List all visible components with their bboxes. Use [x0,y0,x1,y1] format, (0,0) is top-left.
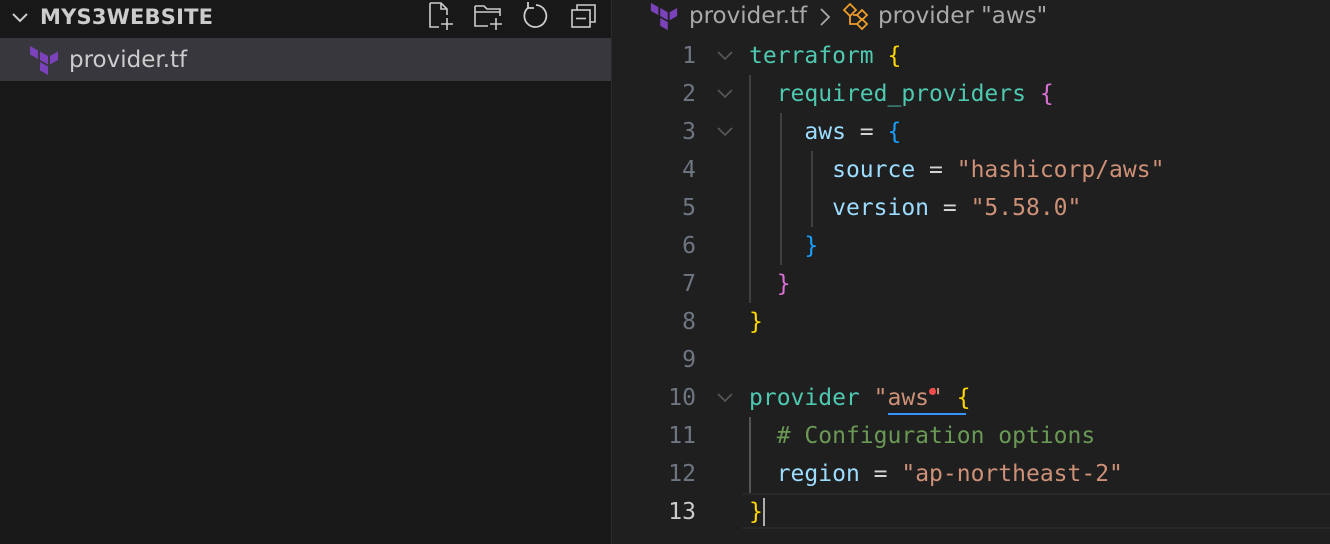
line-number: 10 [668,385,696,411]
code-text: source = "hashicorp/aws" [832,157,1165,183]
line-number: 3 [682,119,696,145]
file-name: provider.tf [69,47,188,73]
chevron-down-icon[interactable] [10,8,30,28]
code-line[interactable]: 3 aws = { [612,113,1330,151]
error-marker [929,388,936,395]
line-number: 2 [682,81,696,107]
terraform-icon [650,2,678,31]
line-number: 13 [668,499,696,525]
refresh-icon[interactable] [520,0,552,32]
code-line[interactable]: 11 # Configuration options [612,417,1330,455]
line-number: 4 [682,157,696,183]
code-editor[interactable]: provider.tf provider "aws" 1 terraform {… [612,0,1330,544]
symbol-highlight-underline [888,413,966,415]
code-text: required_providers { [776,81,1054,107]
new-folder-icon[interactable] [472,0,504,32]
code-text: version = "5.58.0" [832,195,1082,221]
code-line[interactable]: 6 } [612,227,1330,265]
project-title: MYS3WEBSITE [40,5,214,29]
line-number: 1 [682,43,696,69]
code-line[interactable]: 10 provider "aws" { [612,379,1330,417]
breadcrumb-symbol[interactable]: provider "aws" [878,2,1047,30]
code-line[interactable]: 7 } [612,265,1330,303]
code-text: } [749,309,763,335]
fold-chevron-icon[interactable] [716,48,734,64]
file-item-provider-tf[interactable]: provider.tf [0,38,611,81]
code-line[interactable]: 9 [612,341,1330,379]
code-line[interactable]: 12 region = "ap-northeast-2" [612,455,1330,493]
line-number: 9 [682,347,696,373]
terraform-icon [30,46,58,75]
symbol-class-icon [842,2,869,30]
explorer-panel: MYS3WEBSITE provider.tf [0,0,611,544]
breadcrumb: provider.tf provider "aws" [612,0,1330,34]
chevron-right-icon [820,8,831,26]
code-text: provider "aws" { [749,385,971,411]
code-text: } [776,271,791,297]
code-line[interactable]: 2 required_providers { [612,75,1330,113]
line-number: 6 [682,233,696,259]
line-number: 5 [682,195,696,221]
code-text: } [804,233,819,259]
line-number: 7 [682,271,696,297]
text-cursor [763,498,765,526]
explorer-section-header[interactable]: MYS3WEBSITE [0,0,611,36]
code-text: region = "ap-northeast-2" [776,461,1123,487]
code-text: aws = { [804,119,902,145]
collapse-all-icon[interactable] [568,0,600,32]
line-number: 11 [668,423,696,449]
code-line[interactable]: 13 } [612,493,1330,531]
breadcrumb-file[interactable]: provider.tf [689,2,807,30]
fold-chevron-icon[interactable] [716,124,734,140]
code-line[interactable]: 1 terraform { [612,37,1330,75]
code-text: terraform { [749,43,902,69]
fold-chevron-icon[interactable] [716,86,734,102]
code-line[interactable]: 4 source = "hashicorp/aws" [612,151,1330,189]
new-file-icon[interactable] [424,0,456,32]
code-text: # Configuration options [776,423,1096,449]
code-line[interactable]: 5 version = "5.58.0" [612,189,1330,227]
line-number: 8 [682,309,696,335]
code-line[interactable]: 8 } [612,303,1330,341]
fold-chevron-icon[interactable] [716,390,734,406]
line-number: 12 [668,461,696,487]
code-text: } [749,499,763,525]
